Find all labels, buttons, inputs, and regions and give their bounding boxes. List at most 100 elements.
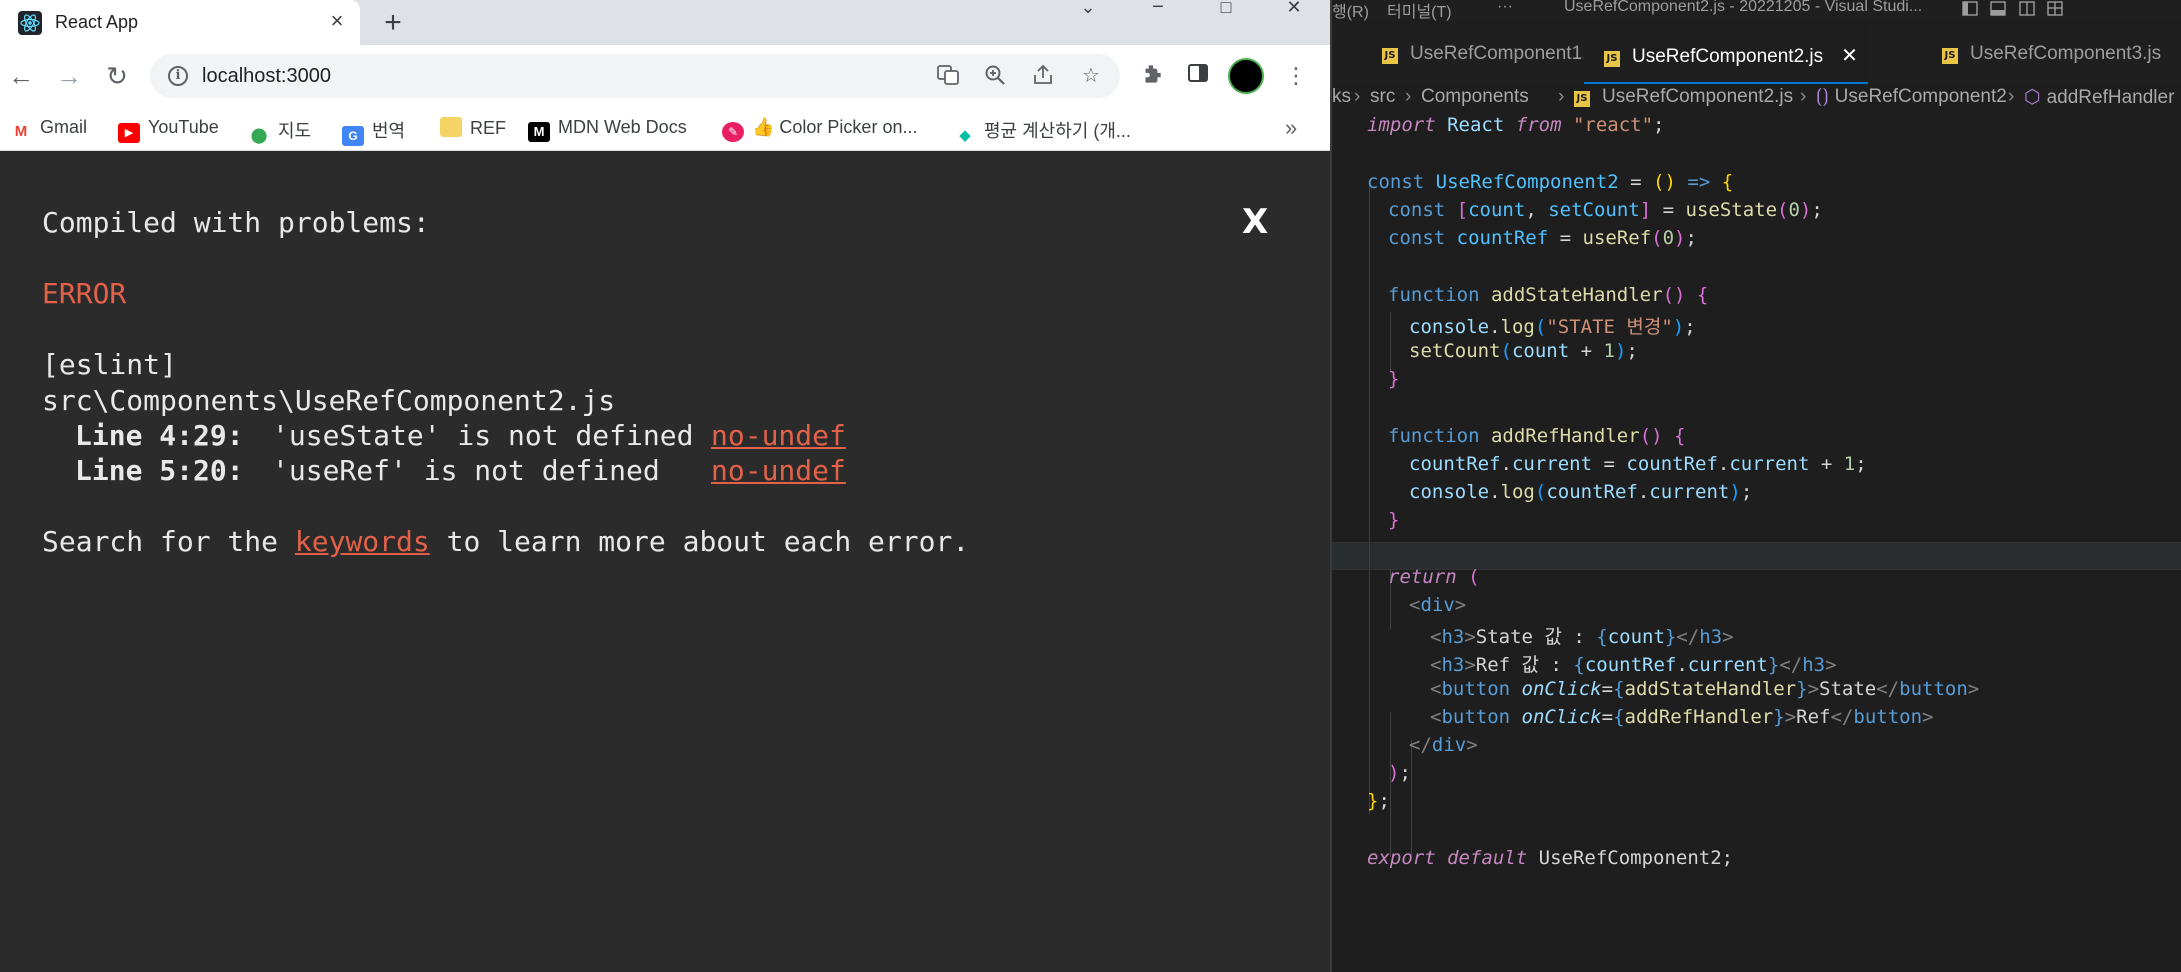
site-info-icon[interactable]: i (168, 66, 188, 86)
tab-react-app[interactable]: React App × (0, 0, 360, 45)
url-text: localhost:3000 (202, 65, 331, 87)
chevron-right-icon: › (1354, 86, 1361, 107)
react-icon (18, 11, 42, 35)
js-file-icon: JS (1574, 91, 1590, 107)
layout-icons[interactable] (1962, 0, 2080, 23)
problem-rule-link[interactable]: no-undef (711, 454, 846, 487)
symbol-method-icon: ⬡ (2024, 87, 2041, 108)
zoom-icon[interactable] (982, 63, 1008, 89)
keywords-link[interactable]: keywords (295, 525, 430, 558)
bookmarks-more-button[interactable]: » (1285, 115, 1297, 141)
address-bar[interactable]: i localhost:3000 ☆ (150, 54, 1120, 98)
profile-avatar[interactable] (1228, 58, 1264, 94)
tab-strip: React App × + ⌄ − □ ✕ (0, 0, 1330, 45)
translate-icon: G (342, 126, 364, 146)
bookmark-star-icon[interactable]: ☆ (1078, 63, 1104, 89)
chevron-right-icon: › (1558, 86, 1565, 107)
tab-userefcomponent1[interactable]: JS UseRefComponent1.js (1382, 26, 1601, 84)
problem-location: Line 5:20: (75, 454, 244, 487)
error-label: ERROR (42, 277, 127, 310)
code-line: }; (1367, 790, 1390, 812)
side-panel-icon[interactable] (1183, 61, 1213, 91)
code-line: <h3>State 값 : {count}</h3> (1430, 626, 1734, 648)
code-line: console.log("STATE 변경"); (1409, 316, 1696, 338)
tab-close-icon[interactable]: × (324, 8, 350, 34)
code-line: countRef.current = countRef.current + 1; (1409, 453, 1867, 475)
back-button[interactable]: ← (4, 59, 38, 93)
youtube-icon: ▶ (118, 123, 140, 143)
chevron-right-icon: › (1405, 86, 1412, 107)
bookmark-ref-folder[interactable]: REF (440, 117, 506, 141)
tab-userefcomponent2[interactable]: JS UseRefComponent2.js ✕ (1584, 26, 1868, 84)
code-line: <button onClick={addStateHandler}>State<… (1430, 678, 1980, 700)
folder-icon (440, 117, 462, 137)
breadcrumb-item[interactable]: JS UseRefComponent2.js (1574, 86, 1793, 108)
mdn-icon: M (528, 122, 550, 142)
code-line: } (1388, 368, 1400, 390)
error-file: src\Components\UseRefComponent2.js (42, 384, 616, 417)
code-line: const UseRefComponent2 = () => { (1367, 171, 1734, 193)
menu-run[interactable]: 행(R) (1332, 0, 1369, 22)
code-line: return ( (1388, 566, 1480, 588)
breadcrumb-item[interactable]: ⬡ addRefHandler (2024, 86, 2174, 109)
share-icon[interactable] (1030, 63, 1056, 89)
editor-tabs: JS UseRefComponent1.js JS UseRefComponent2… (1332, 26, 2181, 84)
reload-button[interactable]: ↻ (100, 59, 134, 93)
overlay-footer: Search for the keywords to learn more ab… (42, 525, 970, 558)
vscode-editor: 행(R) 터미널(T) ··· UseRefComponent2.js - 20… (1330, 0, 2181, 972)
extensions-icon[interactable] (1137, 61, 1167, 91)
problem-message: 'useState' is not defined (272, 419, 694, 452)
js-file-icon: JS (1942, 48, 1958, 64)
bookmark-translate[interactable]: G 번역 (342, 117, 405, 146)
close-window-button[interactable]: ✕ (1274, 0, 1314, 18)
maps-icon: ⬤ (250, 127, 268, 144)
gmail-icon: M (14, 123, 28, 140)
bookmark-gmail[interactable]: M Gmail (10, 117, 87, 141)
code-line: function addRefHandler() { (1388, 425, 1686, 447)
breadcrumb-item[interactable]: ⟮⟯ UseRefComponent2 (1816, 86, 2007, 108)
bookmark-color-picker[interactable]: ✎ 👍 Color Picker on... (722, 117, 917, 142)
tab-userefcomponent3[interactable]: JS UseRefComponent3.js (1942, 26, 2161, 84)
calculator-icon: ◆ (959, 127, 971, 144)
symbol-variable-icon: ⟮⟯ (1816, 86, 1829, 107)
error-overlay: Compiled with problems: X ERROR [eslint]… (0, 152, 1330, 972)
maximize-button[interactable]: □ (1206, 0, 1246, 18)
bookmark-calculator[interactable]: ◆ 평균 계산하기 (개... (954, 117, 1131, 144)
bookmark-mdn[interactable]: M MDN Web Docs (528, 117, 687, 142)
menu-terminal[interactable]: 터미널(T) (1387, 0, 1452, 22)
breadcrumb-item[interactable]: ks (1332, 86, 1351, 108)
bookmark-maps[interactable]: ⬤ 지도 (248, 117, 312, 144)
overlay-close-button[interactable]: X (1242, 202, 1268, 242)
tab-title: React App (55, 12, 139, 32)
code-line: const [count, setCount] = useState(0); (1388, 199, 1823, 221)
code-line: export default UseRefComponent2; (1367, 847, 1734, 869)
editor-titlebar: 행(R) 터미널(T) ··· UseRefComponent2.js - 20… (1332, 0, 2181, 23)
problem-message: 'useRef' is not defined (272, 454, 660, 487)
js-file-icon: JS (1382, 48, 1398, 64)
overlay-heading: Compiled with problems: (42, 206, 430, 239)
problem-rule-link[interactable]: no-undef (711, 419, 846, 452)
menu-more[interactable]: ··· (1497, 0, 1513, 16)
browser-window: React App × + ⌄ − □ ✕ ← → ↻ i localhost:… (0, 0, 1330, 972)
breadcrumb-item[interactable]: Components (1421, 86, 1529, 108)
new-tab-button[interactable]: + (376, 6, 410, 40)
window-title: UseRefComponent2.js - 20221205 - Visual … (1564, 0, 1923, 15)
code-line: <div> (1409, 594, 1467, 616)
tab-search-icon[interactable]: ⌄ (1068, 0, 1108, 18)
chevron-right-icon: › (1800, 86, 1807, 107)
code-line: <h3>Ref 값 : {countRef.current}</h3> (1430, 654, 1837, 676)
chrome-menu-icon[interactable]: ⋮ (1281, 61, 1311, 91)
breadcrumb-item[interactable]: src (1370, 86, 1395, 108)
indent-guide (1369, 182, 1370, 814)
forward-button[interactable]: → (52, 59, 86, 93)
code-line: const countRef = useRef(0); (1388, 227, 1697, 249)
indent-guide (1390, 312, 1391, 372)
translate-page-icon[interactable] (935, 63, 961, 89)
code-line: function addStateHandler() { (1388, 284, 1709, 306)
code-line: } (1388, 509, 1400, 531)
bookmarks-bar: M Gmail ▶ YouTube ⬤ 지도 G 번역 REF M MDN Web Doc… (0, 107, 1330, 151)
code-line: setCount(count + 1); (1409, 340, 1638, 362)
tab-close-icon[interactable]: ✕ (1841, 45, 1858, 67)
bookmark-youtube[interactable]: ▶ YouTube (118, 117, 219, 143)
minimize-button[interactable]: − (1138, 0, 1178, 18)
